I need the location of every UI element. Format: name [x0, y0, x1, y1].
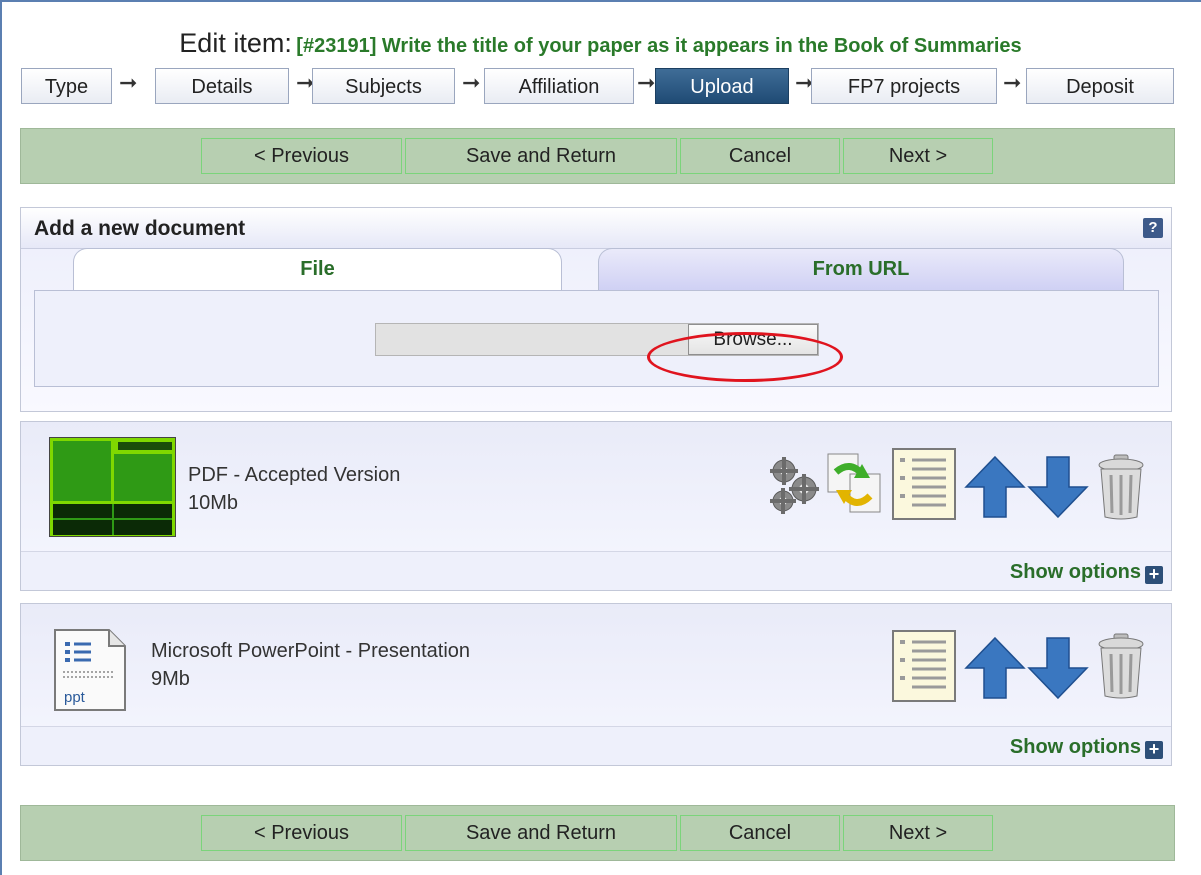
move-up-icon[interactable] — [964, 636, 1026, 700]
document-size: 10Mb — [188, 492, 239, 514]
stage-type[interactable]: Type — [21, 68, 112, 104]
show-options-link[interactable]: Show options + — [1010, 561, 1163, 584]
gears-icon[interactable] — [766, 455, 824, 517]
document-options-bar: Show options + — [21, 726, 1171, 765]
previous-button[interactable]: < Previous — [201, 138, 402, 174]
stage-upload[interactable]: Upload — [655, 68, 789, 104]
add-document-title: Add a new document — [34, 217, 246, 240]
save-and-return-button[interactable]: Save and Return — [405, 138, 677, 174]
stage-arrow-icon: ➞ — [1003, 70, 1022, 95]
top-button-bar: < Previous Save and Return Cancel Next > — [20, 128, 1175, 184]
show-options-label: Show options — [1009, 561, 1141, 583]
next-button[interactable]: Next > — [843, 815, 993, 851]
convert-icon[interactable] — [826, 452, 884, 516]
pdf-thumbnail[interactable] — [49, 437, 176, 537]
help-icon[interactable]: ? — [1143, 218, 1163, 238]
document-options-bar: Show options + — [21, 551, 1171, 590]
stage-fp7-projects[interactable]: FP7 projects — [811, 68, 997, 104]
ppt-label: ppt — [64, 689, 86, 706]
next-button[interactable]: Next > — [843, 138, 993, 174]
previous-button[interactable]: < Previous — [201, 815, 402, 851]
show-options-link[interactable]: Show options + — [1010, 736, 1163, 759]
file-input[interactable]: Browse... — [375, 323, 819, 356]
window-border-top — [0, 0, 1201, 2]
stage-affiliation[interactable]: Affiliation — [484, 68, 634, 104]
trash-icon[interactable] — [1096, 453, 1146, 521]
stage-arrow-icon: ➞ — [462, 70, 481, 95]
page-title: Edit item: [#23191] Write the title of y… — [0, 28, 1201, 59]
stage-subjects[interactable]: Subjects — [312, 68, 455, 104]
tab-file[interactable]: File — [73, 248, 562, 292]
add-document-panel: Add a new document ? File From URL Brows… — [20, 207, 1172, 412]
browse-button[interactable]: Browse... — [688, 324, 818, 355]
tab-from-url[interactable]: From URL — [598, 248, 1124, 291]
show-options-label: Show options — [1009, 736, 1141, 758]
bottom-button-bar: < Previous Save and Return Cancel Next > — [20, 805, 1175, 861]
document-row-ppt: ppt Microsoft PowerPoint - Presentation … — [20, 603, 1172, 766]
stage-details[interactable]: Details — [155, 68, 289, 104]
ppt-file-icon[interactable]: ppt — [53, 628, 127, 712]
cancel-button[interactable]: Cancel — [680, 138, 840, 174]
stage-arrow-icon: ➞ — [119, 70, 138, 95]
page-title-label: Edit item: — [179, 28, 292, 58]
stage-deposit[interactable]: Deposit — [1026, 68, 1174, 104]
move-up-icon[interactable] — [964, 455, 1026, 519]
document-name: PDF - Accepted Version — [188, 464, 401, 486]
document-row-pdf: PDF - Accepted Version 10Mb Show options… — [20, 421, 1172, 591]
item-title: [#23191] Write the title of your paper a… — [296, 35, 1022, 57]
document-name: Microsoft PowerPoint - Presentation — [151, 640, 471, 662]
document-details-icon[interactable] — [892, 630, 956, 702]
move-down-icon[interactable] — [1027, 636, 1089, 700]
document-size: 9Mb — [151, 668, 190, 690]
move-down-icon[interactable] — [1027, 455, 1089, 519]
add-document-header: Add a new document ? — [21, 208, 1171, 249]
plus-icon: + — [1145, 565, 1163, 584]
document-details-icon[interactable] — [892, 448, 956, 520]
trash-icon[interactable] — [1096, 632, 1146, 700]
window-border-left — [0, 0, 2, 875]
plus-icon: + — [1145, 740, 1163, 759]
cancel-button[interactable]: Cancel — [680, 815, 840, 851]
save-and-return-button[interactable]: Save and Return — [405, 815, 677, 851]
file-upload-body: Browse... — [34, 290, 1159, 387]
stage-arrow-icon: ➞ — [637, 70, 656, 95]
